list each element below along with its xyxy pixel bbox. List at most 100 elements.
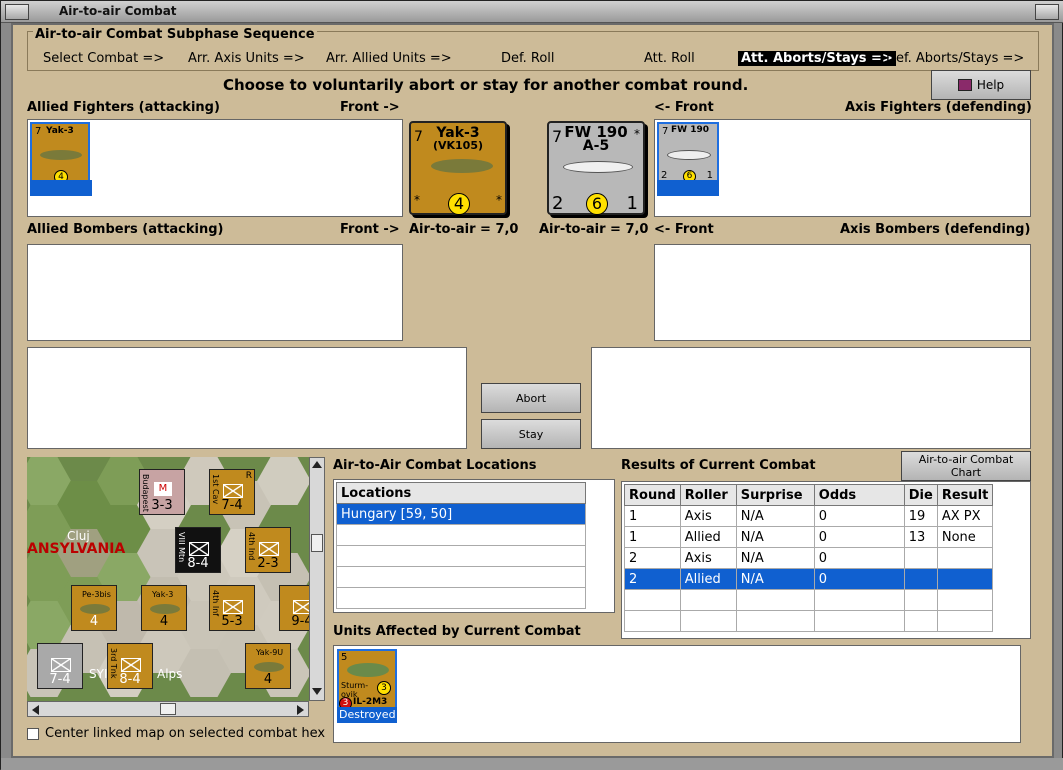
center-map-checkbox[interactable]: [27, 728, 39, 740]
unit-x-icon: [223, 600, 243, 614]
yak-plane-icon: [40, 150, 82, 160]
seq-step-def-roll: Def. Roll: [501, 51, 555, 66]
axis-bombers-front: <- Front: [654, 222, 714, 237]
map-counter-budapest[interactable]: Budapest M 3-3: [139, 469, 185, 515]
help-book-icon: [957, 79, 972, 91]
map-counter-yak9u[interactable]: Yak-9U 4: [245, 643, 291, 689]
axis-bombers-box[interactable]: [654, 244, 1031, 341]
linked-map[interactable]: ANSYLVANIA Cluj Alps SYI Budapest M 3-3 …: [27, 457, 309, 701]
map-counter-4th-ind[interactable]: 4th Ind 2-3: [245, 527, 291, 573]
plane-icon: [150, 604, 180, 614]
stay-button[interactable]: Stay: [481, 419, 581, 449]
location-row-selected[interactable]: Hungary [59, 50]: [336, 503, 586, 525]
map-counter-3rd-tnk[interactable]: 3rd Tnk 8-4: [107, 643, 153, 689]
allied-fighters-label: Allied Fighters (attacking): [27, 100, 220, 115]
axis-fighter-select-bar: [657, 180, 719, 196]
col-surprise[interactable]: Surprise: [735, 484, 815, 506]
map-city-label: Cluj: [67, 529, 90, 543]
results-row[interactable]: 1 Allied N/A 0 13 None: [624, 526, 994, 548]
system-menu-button[interactable]: [5, 4, 29, 20]
plane-icon: [254, 662, 284, 672]
results-title: Results of Current Combat: [621, 458, 816, 473]
allied-message-box: [27, 347, 467, 449]
col-result[interactable]: Result: [936, 484, 994, 506]
results-row[interactable]: 2 Axis N/A 0: [624, 547, 994, 569]
mc-mark: R: [245, 471, 252, 481]
results-row[interactable]: 1 Axis N/A 0 19 AX PX: [624, 505, 994, 527]
map-counter-pe3bis[interactable]: Pe-3bis 4: [71, 585, 117, 631]
map-vscroll-thumb[interactable]: [311, 534, 323, 552]
allied-air-to-air: Air-to-air = 7,0: [409, 222, 519, 237]
results-header-row: Round Roller Surprise Odds Die Result: [624, 484, 994, 506]
air-combat-chart-button[interactable]: Air-to-air Combat Chart: [901, 451, 1031, 481]
cell: [903, 547, 938, 569]
cell: [936, 568, 994, 590]
cell: Allied: [679, 568, 737, 590]
unit-x-icon: [51, 658, 71, 672]
seq-step-att-aborts-active: Att. Aborts/Stays =>: [738, 51, 896, 66]
seq-step-select-combat: Select Combat =>: [43, 51, 165, 66]
locations-list[interactable]: Locations Hungary [59, 50]: [333, 479, 615, 613]
affected-units-box[interactable]: 5 Sturm-ovik 3 3 IL-2M3 Destroyed: [333, 645, 1021, 743]
mc-str: 8-4: [119, 672, 141, 687]
maximize-button[interactable]: [1035, 4, 1059, 20]
abort-button[interactable]: Abort: [481, 383, 581, 413]
col-roller[interactable]: Roller: [679, 484, 737, 506]
axis-air-to-air: Air-to-air = 7,0: [539, 222, 649, 237]
col-odds[interactable]: Odds: [813, 484, 905, 506]
window-bottom-border: [1, 758, 1063, 770]
scroll-up-icon[interactable]: [312, 461, 322, 468]
mini-yak-left: 7: [35, 126, 42, 137]
seq-step-arr-allied: Arr. Allied Units =>: [326, 51, 452, 66]
yak-star-right: *: [496, 193, 502, 207]
col-round[interactable]: Round: [624, 484, 681, 506]
yak-large-plane-icon: [431, 159, 493, 173]
results-row-empty[interactable]: [624, 589, 994, 611]
map-counter-1st-cav[interactable]: 1st Cav R 7-4: [209, 469, 255, 515]
location-row-empty[interactable]: [336, 587, 586, 609]
results-row-selected[interactable]: 2 Allied N/A 0: [624, 568, 994, 590]
help-label: Help: [976, 78, 1005, 92]
axis-fighters-box[interactable]: 7 FW 190 2 6 1: [654, 119, 1031, 217]
cell: 0: [813, 568, 905, 590]
application-window: Air-to-air Combat Air-to-air Combat Subp…: [0, 0, 1063, 770]
map-counter-yak3[interactable]: Yak-3 4: [141, 585, 187, 631]
mc-str: 4: [263, 672, 273, 687]
map-horizontal-scrollbar[interactable]: [27, 701, 309, 717]
location-row-empty[interactable]: [336, 524, 586, 546]
scroll-right-icon[interactable]: [297, 705, 304, 715]
mc-mark: M: [154, 482, 172, 496]
mc-str: 5-3: [221, 614, 243, 629]
map-vertical-scrollbar[interactable]: [309, 457, 325, 701]
window-title: Air-to-air Combat: [59, 4, 177, 18]
scroll-down-icon[interactable]: [312, 688, 322, 695]
mc-label: Yak-3: [152, 590, 174, 599]
axis-bombers-label: Axis Bombers (defending): [840, 222, 1031, 237]
map-counter-viii-mtn[interactable]: VIII Mtn 8-4: [175, 527, 221, 573]
fw-star: *: [634, 127, 640, 141]
location-cell: Hungary [59, 50]: [336, 503, 586, 525]
map-counter-9-4[interactable]: 9-4: [279, 585, 309, 631]
cell: 2: [624, 547, 681, 569]
mc-str: 9-4: [291, 614, 309, 629]
col-die[interactable]: Die: [903, 484, 938, 506]
locations-title: Air-to-Air Combat Locations: [333, 458, 537, 473]
cell: Axis: [679, 547, 737, 569]
mc-str: 8-4: [187, 556, 209, 571]
location-row-empty[interactable]: [336, 566, 586, 588]
mini-fw-left: 7: [662, 126, 669, 137]
results-table-panel[interactable]: Round Roller Surprise Odds Die Result 1A…: [621, 481, 1031, 639]
destroyed-label: Destroyed: [337, 707, 397, 723]
results-row-empty[interactable]: [624, 610, 994, 632]
map-hscroll-thumb[interactable]: [160, 703, 176, 715]
seq-step-arr-axis: Arr. Axis Units =>: [188, 51, 305, 66]
cell: 1: [624, 526, 681, 548]
help-button[interactable]: Help: [931, 70, 1031, 100]
allied-fighters-box[interactable]: 7 Yak-3 4: [27, 119, 403, 217]
scroll-left-icon[interactable]: [32, 705, 39, 715]
allied-bombers-box[interactable]: [27, 244, 403, 341]
map-counter-7-4[interactable]: 7-4: [37, 643, 83, 689]
mc-str: 3-3: [151, 498, 173, 513]
map-counter-4th-inf[interactable]: 4th Inf 5-3: [209, 585, 255, 631]
location-row-empty[interactable]: [336, 545, 586, 567]
